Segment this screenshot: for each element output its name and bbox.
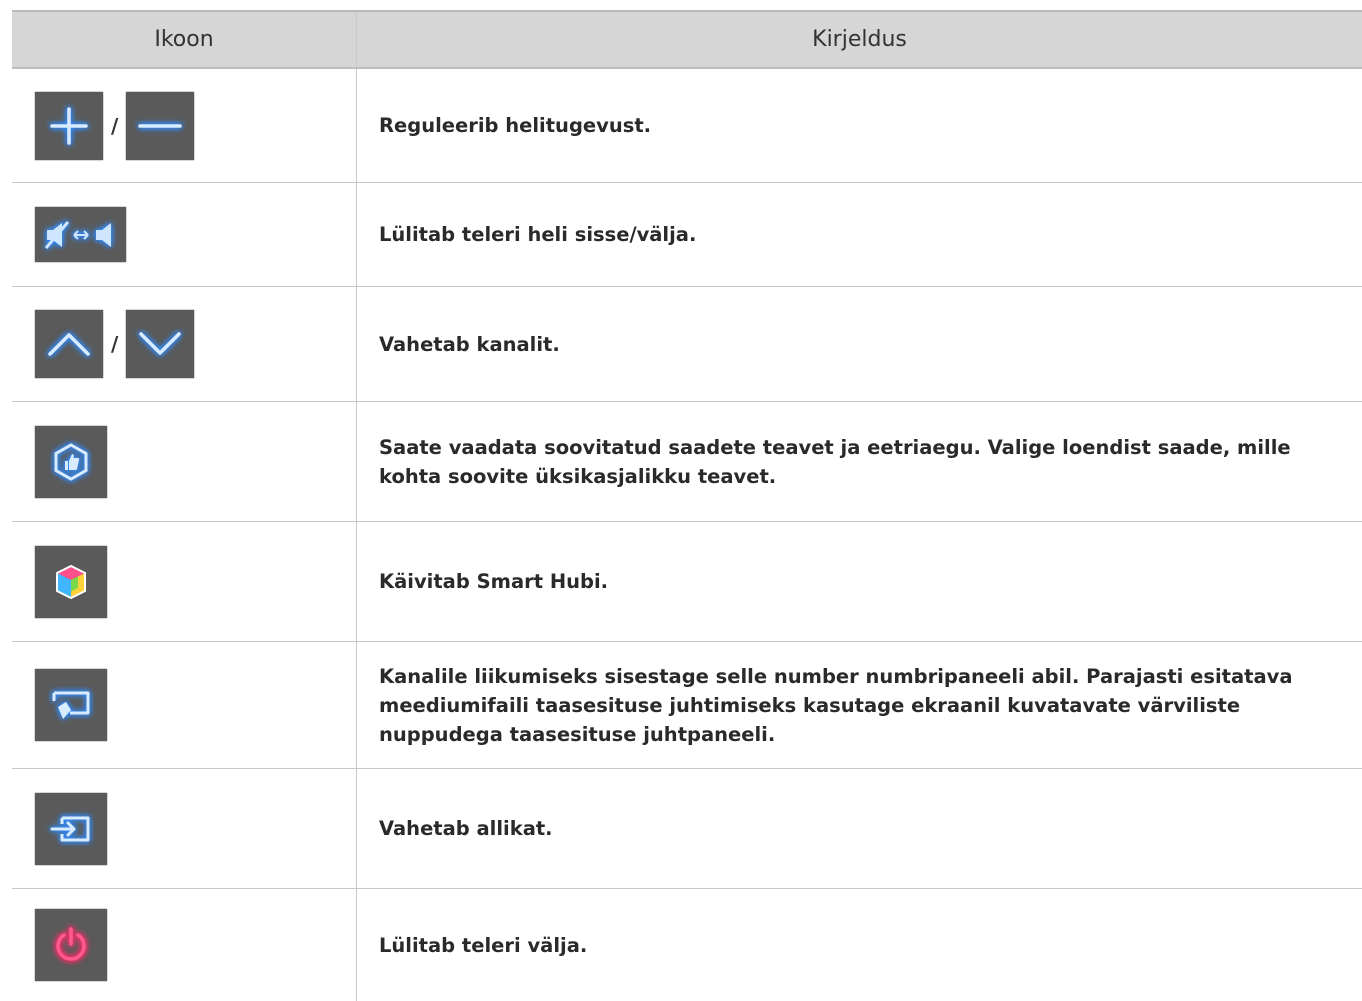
minus-icon xyxy=(138,123,183,128)
icon-cell xyxy=(12,183,357,286)
icon-cell xyxy=(12,889,357,1001)
icon-cell: / xyxy=(12,69,357,182)
icon-cell xyxy=(12,402,357,521)
header-description-column: Kirjeldus xyxy=(812,27,907,52)
description-cell: Lülitab teleri heli sisse/välja. xyxy=(357,183,1362,286)
table-row: Kanalile liikumiseks sisestage selle num… xyxy=(12,642,1362,769)
description-cell: Kanalile liikumiseks sisestage selle num… xyxy=(357,642,1362,768)
channel-down-button[interactable] xyxy=(126,310,195,378)
header-icon-column: Ikoon xyxy=(12,12,357,67)
description-cell: Lülitab teleri välja. xyxy=(357,889,1362,1001)
table-row: / Vahetab kanalit. xyxy=(12,287,1362,402)
source-button[interactable] xyxy=(35,792,107,865)
icon-separator: / xyxy=(111,113,119,138)
icon-cell xyxy=(12,769,357,888)
volume-up-button[interactable] xyxy=(35,91,103,160)
chevron-up-icon xyxy=(48,333,90,356)
recommended-button[interactable] xyxy=(35,425,107,498)
recommended-icon xyxy=(54,442,88,481)
icon-cell xyxy=(12,642,357,768)
description-text: Saate vaadata soovitatud saadete teavet … xyxy=(379,435,1291,488)
description-text: Kanalile liikumiseks sisestage selle num… xyxy=(379,664,1293,746)
chevron-down-icon xyxy=(139,332,182,355)
description-cell: Reguleerib helitugevust. xyxy=(357,69,1362,182)
description-cell: Vahetab allikat. xyxy=(357,769,1362,888)
description-cell: Vahetab kanalit. xyxy=(357,287,1362,401)
power-button[interactable] xyxy=(35,909,107,981)
plus-icon xyxy=(50,106,88,145)
table-row: Vahetab allikat. xyxy=(12,769,1362,889)
table-row: / Reguleerib helitugevust. xyxy=(12,69,1362,183)
description-text: Käivitab Smart Hubi. xyxy=(379,570,609,593)
mute-toggle-icon xyxy=(44,220,111,249)
description-text: Vahetab allikat. xyxy=(379,817,553,840)
smart-hub-icon xyxy=(56,564,86,599)
icon-description-table: Ikoon Kirjeldus / Reguleerib helitugevus… xyxy=(12,10,1362,1001)
table-row: Käivitab Smart Hubi. xyxy=(12,522,1362,642)
source-icon xyxy=(50,816,90,841)
remote-panel-button[interactable] xyxy=(35,669,107,741)
description-text: Lülitab teleri välja. xyxy=(379,933,588,957)
icon-separator: / xyxy=(111,332,119,356)
description-text: Vahetab kanalit. xyxy=(379,332,560,356)
power-icon xyxy=(56,927,86,961)
channel-up-button[interactable] xyxy=(35,310,103,378)
mute-button[interactable] xyxy=(35,207,126,262)
table-row: Lülitab teleri heli sisse/välja. xyxy=(12,183,1362,287)
volume-down-button[interactable] xyxy=(126,91,195,160)
description-text: Reguleerib helitugevust. xyxy=(379,114,652,137)
table-header-row: Ikoon Kirjeldus xyxy=(12,12,1362,69)
smart-hub-button[interactable] xyxy=(35,545,107,618)
table-row: Lülitab teleri välja. xyxy=(12,889,1362,1001)
description-cell: Saate vaadata soovitatud saadete teavet … xyxy=(357,402,1362,521)
description-cell: Käivitab Smart Hubi. xyxy=(357,522,1362,641)
description-text: Lülitab teleri heli sisse/välja. xyxy=(379,223,697,246)
remote-panel-icon xyxy=(52,691,90,719)
icon-cell: / xyxy=(12,287,357,401)
table-row: Saate vaadata soovitatud saadete teavet … xyxy=(12,402,1362,522)
icon-cell xyxy=(12,522,357,641)
